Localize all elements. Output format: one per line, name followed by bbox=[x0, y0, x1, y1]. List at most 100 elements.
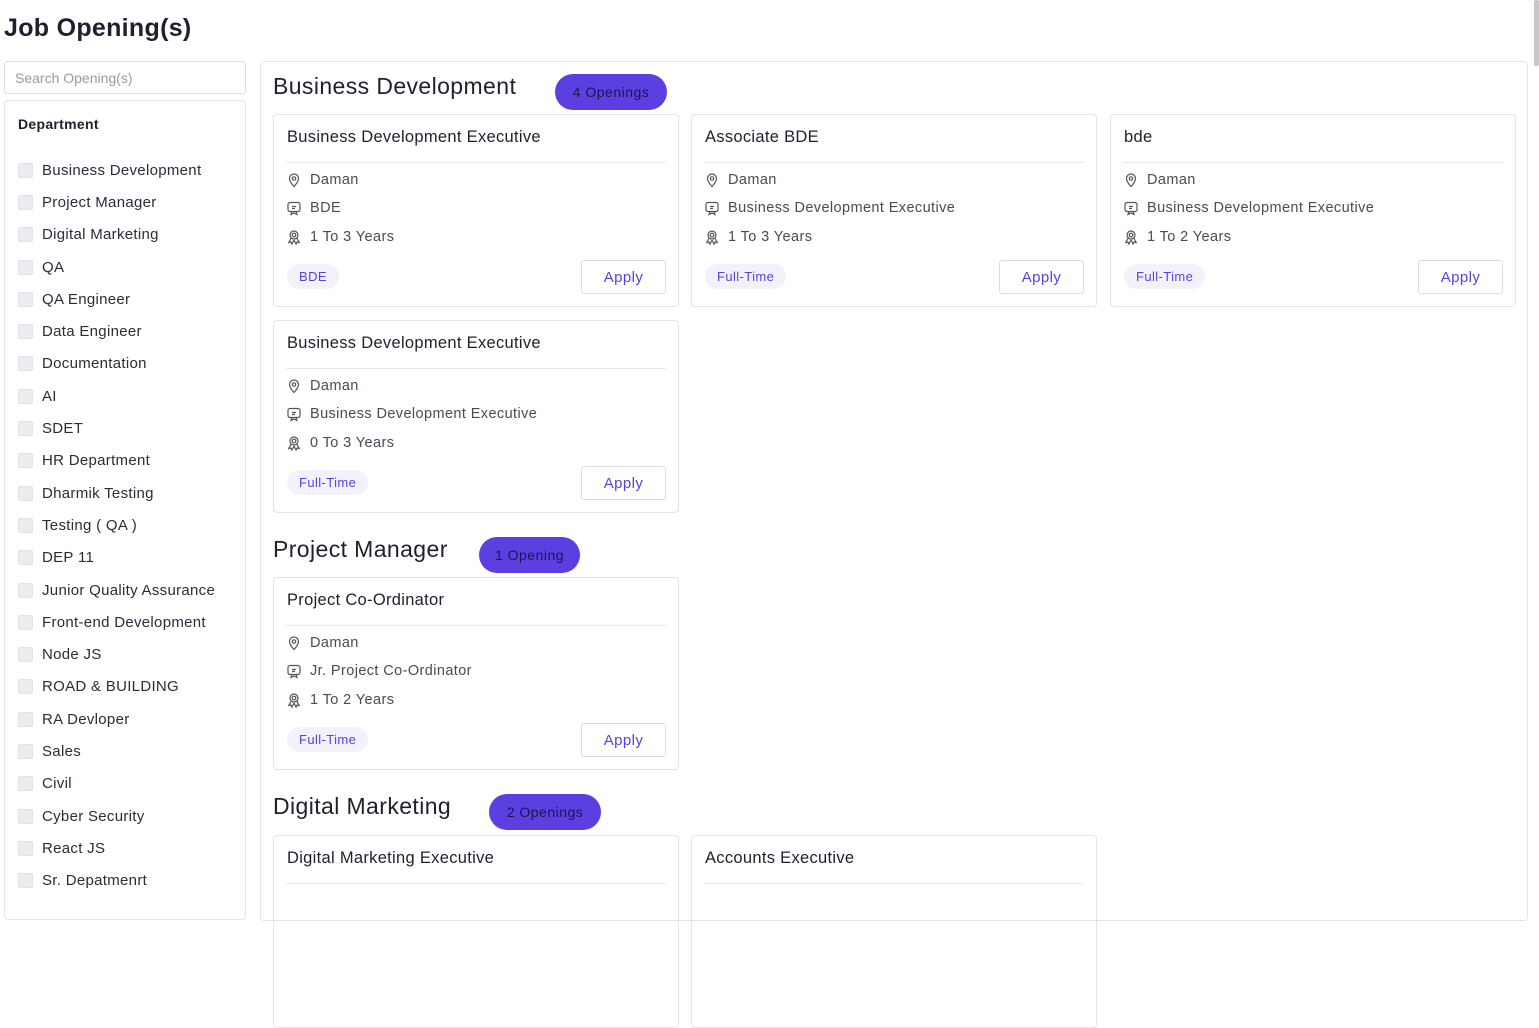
checkbox[interactable] bbox=[18, 743, 33, 759]
role-badge-icon bbox=[287, 407, 301, 422]
department-label: AI bbox=[42, 387, 57, 405]
job-location: Daman bbox=[310, 378, 359, 394]
department-item[interactable]: Civil bbox=[18, 768, 215, 800]
department-label: Data Engineer bbox=[42, 323, 142, 341]
apply-button[interactable]: Apply bbox=[1418, 260, 1503, 294]
location-pin-icon bbox=[1125, 173, 1137, 188]
job-card: Business Development Executive Daman Bus… bbox=[273, 320, 679, 513]
checkbox[interactable] bbox=[18, 582, 33, 598]
department-item[interactable]: DEP 11 bbox=[18, 542, 215, 574]
apply-button[interactable]: Apply bbox=[999, 260, 1084, 294]
checkbox[interactable] bbox=[18, 776, 33, 792]
checkbox[interactable] bbox=[18, 485, 33, 501]
department-label: Front-end Development bbox=[42, 613, 206, 631]
department-label: Civil bbox=[42, 775, 72, 793]
checkbox[interactable] bbox=[18, 194, 33, 210]
job-title: Business Development Executive bbox=[287, 334, 541, 352]
department-label: RA Devloper bbox=[42, 710, 130, 728]
job-experience: 1 To 2 Years bbox=[1147, 229, 1232, 245]
department-item[interactable]: Front-end Development bbox=[18, 606, 215, 638]
job-experience: 1 To 3 Years bbox=[728, 229, 813, 245]
divider bbox=[1123, 162, 1503, 163]
location-pin-icon bbox=[288, 379, 300, 394]
checkbox[interactable] bbox=[18, 227, 33, 243]
checkbox[interactable] bbox=[18, 324, 33, 340]
department-label: Junior Quality Assurance bbox=[42, 581, 216, 599]
checkbox[interactable] bbox=[18, 711, 33, 727]
department-item[interactable]: Node JS bbox=[18, 638, 215, 670]
department-label: Dharmik Testing bbox=[42, 484, 154, 502]
checkbox[interactable] bbox=[18, 647, 33, 663]
department-item[interactable]: Cyber Security bbox=[18, 800, 215, 832]
department-item[interactable]: Digital Marketing bbox=[18, 219, 215, 251]
department-item[interactable]: HR Department bbox=[18, 445, 215, 477]
job-experience: 1 To 2 Years bbox=[310, 692, 395, 708]
department-item[interactable]: Business Development bbox=[18, 154, 215, 186]
department-label: Business Development bbox=[42, 161, 202, 179]
checkbox[interactable] bbox=[18, 550, 33, 566]
department-label: Cyber Security bbox=[42, 807, 145, 825]
checkbox[interactable] bbox=[18, 356, 33, 372]
experience-award-icon bbox=[287, 693, 301, 708]
job-type-tag: Full-Time bbox=[705, 264, 787, 289]
checkbox[interactable] bbox=[18, 421, 33, 437]
section-title: Digital Marketing bbox=[273, 793, 452, 819]
divider bbox=[704, 883, 1084, 884]
department-item[interactable]: Testing ( QA ) bbox=[18, 509, 215, 541]
checkbox[interactable] bbox=[18, 259, 33, 275]
department-item[interactable]: Junior Quality Assurance bbox=[18, 574, 215, 606]
department-item[interactable]: Sales bbox=[18, 735, 215, 767]
department-item[interactable]: SDET bbox=[18, 412, 215, 444]
department-item[interactable]: QA Engineer bbox=[18, 283, 215, 315]
apply-button[interactable]: Apply bbox=[581, 260, 666, 294]
apply-button[interactable]: Apply bbox=[581, 723, 666, 757]
job-type-tag: Full-Time bbox=[1124, 264, 1206, 289]
department-label: Project Manager bbox=[42, 193, 157, 211]
job-location: Daman bbox=[310, 172, 359, 188]
department-item[interactable]: Sr. Depatmenrt bbox=[18, 865, 215, 897]
job-role: Business Development Executive bbox=[1147, 200, 1375, 216]
department-label: ROAD & BUILDING bbox=[42, 678, 180, 696]
checkbox[interactable] bbox=[18, 162, 33, 178]
department-label: HR Department bbox=[42, 452, 151, 470]
checkbox[interactable] bbox=[18, 873, 33, 889]
apply-button[interactable]: Apply bbox=[581, 466, 666, 500]
checkbox[interactable] bbox=[18, 388, 33, 404]
department-item[interactable]: QA bbox=[18, 251, 215, 283]
department-item[interactable]: Data Engineer bbox=[18, 315, 215, 347]
checkbox[interactable] bbox=[18, 679, 33, 695]
department-heading: Department bbox=[18, 116, 99, 132]
department-item[interactable]: Dharmik Testing bbox=[18, 477, 215, 509]
department-label: Documentation bbox=[42, 355, 147, 373]
job-title: bde bbox=[1124, 128, 1153, 146]
section-title: Project Manager bbox=[273, 536, 448, 562]
department-item[interactable]: Project Manager bbox=[18, 186, 215, 218]
page-scrollbar[interactable] bbox=[1534, 0, 1539, 66]
job-title: Digital Marketing Executive bbox=[287, 849, 495, 867]
department-item[interactable]: React JS bbox=[18, 832, 215, 864]
department-item[interactable]: Documentation bbox=[18, 348, 215, 380]
checkbox[interactable] bbox=[18, 840, 33, 856]
checkbox[interactable] bbox=[18, 808, 33, 824]
location-pin-icon bbox=[288, 173, 300, 188]
job-card: Business Development Executive Daman BDE… bbox=[273, 114, 679, 307]
job-card: Accounts Executive bbox=[691, 835, 1097, 1028]
checkbox[interactable] bbox=[18, 517, 33, 533]
checkbox[interactable] bbox=[18, 614, 33, 630]
divider bbox=[704, 162, 1084, 163]
role-badge-icon bbox=[287, 664, 301, 679]
job-role: BDE bbox=[310, 200, 342, 216]
job-location: Daman bbox=[310, 635, 359, 651]
divider bbox=[286, 162, 666, 163]
department-label: Testing ( QA ) bbox=[42, 516, 138, 534]
checkbox[interactable] bbox=[18, 453, 33, 469]
department-item[interactable]: AI bbox=[18, 380, 215, 412]
department-item[interactable]: ROAD & BUILDING bbox=[18, 671, 215, 703]
checkbox[interactable] bbox=[18, 291, 33, 307]
search-input[interactable] bbox=[4, 61, 246, 94]
department-label: QA bbox=[42, 258, 65, 276]
department-label: Sr. Depatmenrt bbox=[42, 872, 148, 890]
section-title: Business Development bbox=[273, 73, 517, 99]
divider bbox=[286, 883, 666, 884]
department-item[interactable]: RA Devloper bbox=[18, 703, 215, 735]
